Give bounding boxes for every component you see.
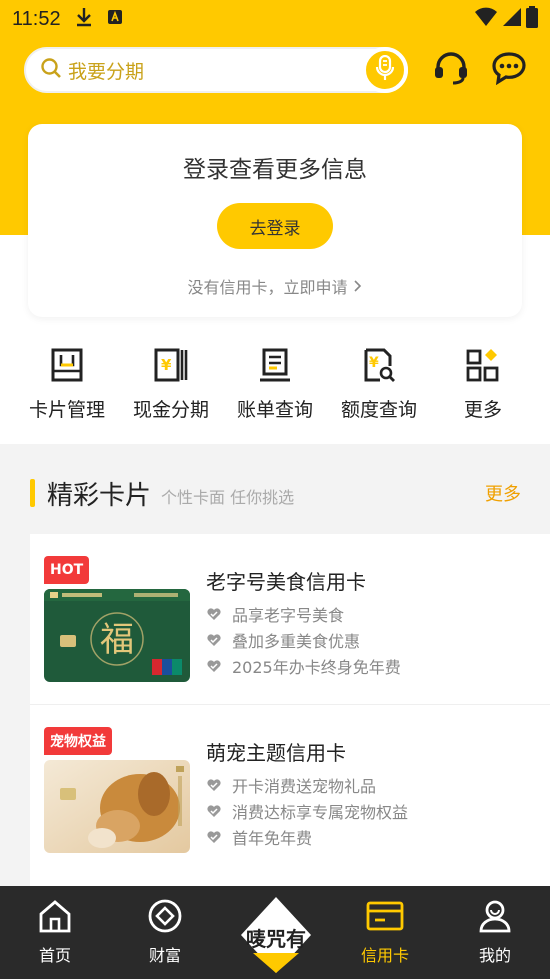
- card-item-pet[interactable]: 宠物权益 萌宠主题信用卡 开卡消费送宠物礼品 消费达标享专属宠物权益 首年免年费: [30, 704, 550, 874]
- card-feature-text: 2025年办卡终身免年费: [232, 658, 401, 677]
- card-feature-text: 开卡消费送宠物礼品: [232, 777, 377, 796]
- credit-card-icon: [365, 896, 405, 936]
- nav-label: 首页: [38, 946, 71, 965]
- signal-icon: [502, 7, 522, 32]
- headset-icon: [433, 51, 469, 89]
- chat-bubble-icon: [491, 51, 527, 89]
- login-card: 登录查看更多信息 去登录 没有信用卡，立即申请: [28, 124, 522, 317]
- svg-text:¥: ¥: [369, 355, 379, 371]
- card-feature-text: 消费达标享专属宠物权益: [232, 803, 409, 822]
- voice-search-button[interactable]: [362, 47, 408, 93]
- bill-query-icon: [255, 345, 295, 385]
- quick-item-cash-installment[interactable]: ¥ 现金分期: [119, 345, 223, 425]
- nav-credit-card[interactable]: 信用卡: [330, 886, 440, 979]
- wifi-icon: [474, 7, 498, 32]
- section-more-link[interactable]: 更多: [485, 480, 521, 506]
- nav-label: 我的: [478, 946, 511, 965]
- nav-label: 信用卡: [360, 946, 409, 965]
- login-button[interactable]: 去登录: [217, 203, 333, 249]
- heart-check-icon: [207, 805, 221, 817]
- customer-service-button[interactable]: [432, 52, 470, 88]
- card-item-food[interactable]: 福 HOT 老字号美食信用卡 品享老字号美食 叠加多重美食优惠 2025年办卡终…: [30, 534, 550, 704]
- home-icon: [35, 896, 75, 936]
- heart-check-icon: [207, 831, 221, 843]
- quick-item-label: 更多: [463, 399, 502, 421]
- quick-item-label: 卡片管理: [28, 399, 105, 421]
- app-notification-icon: [107, 9, 123, 30]
- more-grid-icon: [463, 345, 503, 385]
- svg-text:¥: ¥: [161, 356, 172, 374]
- cash-installment-icon: ¥: [151, 345, 191, 385]
- quick-item-card-manage[interactable]: 卡片管理: [15, 345, 119, 425]
- quick-item-label: 现金分期: [132, 399, 209, 421]
- nav-label: 财富: [148, 946, 181, 965]
- card-manage-icon: [47, 345, 87, 385]
- section-subtitle: 个性卡面 任你挑选: [161, 488, 295, 507]
- card-feature-text: 首年免年费: [232, 829, 313, 848]
- card-feature: 开卡消费送宠物礼品: [206, 773, 376, 797]
- card-list: 福 HOT 老字号美食信用卡 品享老字号美食 叠加多重美食优惠 2025年办卡终…: [30, 534, 550, 886]
- microphone-icon: [374, 54, 396, 85]
- section-title: 精彩卡片: [47, 480, 152, 511]
- svg-text:福: 福: [100, 620, 134, 660]
- heart-check-icon: [207, 608, 221, 620]
- card-feature: 首年免年费: [206, 825, 312, 849]
- center-logo-button[interactable]: 唛咒有: [237, 895, 315, 975]
- wealth-icon: [145, 896, 185, 936]
- card-name: 萌宠主题信用卡: [206, 741, 346, 765]
- quick-item-limit-query[interactable]: ¥ 额度查询: [327, 345, 431, 425]
- card-feature: 品享老字号美食: [206, 602, 344, 626]
- card-feature-text: 品享老字号美食: [232, 606, 345, 625]
- heart-check-icon: [207, 660, 221, 672]
- status-bar: 11:52: [0, 0, 550, 38]
- featured-cards-header: 精彩卡片 个性卡面 任你挑选 更多: [30, 474, 550, 512]
- heart-check-icon: [207, 779, 221, 791]
- card-feature: 消费达标享专属宠物权益: [206, 799, 408, 823]
- login-prompt-title: 登录查看更多信息: [183, 157, 367, 183]
- food-card-image: 福: [44, 589, 190, 682]
- quick-item-more[interactable]: 更多: [431, 345, 535, 425]
- search-placeholder: 我要分期: [68, 60, 145, 83]
- quick-item-label: 额度查询: [340, 399, 417, 421]
- card-feature: 叠加多重美食优惠: [206, 628, 360, 652]
- nav-home[interactable]: 首页: [0, 886, 110, 979]
- card-feature-text: 叠加多重美食优惠: [232, 632, 361, 651]
- center-logo-text: 唛咒有: [246, 927, 306, 951]
- hot-badge: HOT: [44, 556, 90, 584]
- nav-profile[interactable]: 我的: [440, 886, 550, 979]
- battery-icon: [526, 5, 538, 33]
- search-icon: [40, 57, 62, 83]
- pet-card-image: [44, 760, 190, 853]
- section-accent-bar: [30, 479, 35, 507]
- apply-card-link-label: 没有信用卡，立即申请: [187, 278, 348, 297]
- profile-icon: [475, 896, 515, 936]
- status-time: 11:52: [12, 7, 61, 30]
- quick-menu: 卡片管理 ¥ 现金分期 账单查询 ¥ 额度查询 更多: [0, 345, 550, 425]
- card-feature: 2025年办卡终身免年费: [206, 654, 401, 678]
- pet-rights-badge: 宠物权益: [44, 727, 112, 755]
- quick-item-label: 账单查询: [236, 399, 313, 421]
- apply-card-link[interactable]: 没有信用卡，立即申请: [28, 274, 522, 298]
- chevron-right-icon: [353, 278, 363, 297]
- quick-item-bill-query[interactable]: 账单查询: [223, 345, 327, 425]
- search-bar[interactable]: 我要分期: [24, 47, 408, 93]
- messages-button[interactable]: [490, 52, 528, 88]
- nav-wealth[interactable]: 财富: [110, 886, 220, 979]
- limit-query-icon: ¥: [359, 345, 399, 385]
- card-name: 老字号美食信用卡: [206, 570, 366, 594]
- download-icon: [75, 7, 93, 32]
- heart-check-icon: [207, 634, 221, 646]
